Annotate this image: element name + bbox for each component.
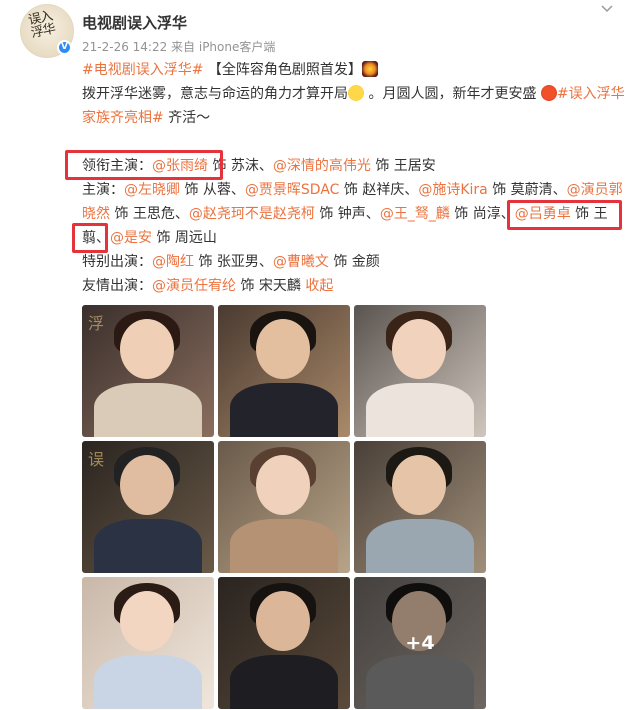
post-line: 领衔主演：@张雨绮 饰 苏沫、@深情的高伟光 饰 王居安: [82, 154, 627, 178]
post-text: 饰 尚淳、: [449, 206, 515, 222]
chevron-down-icon[interactable]: [600, 2, 614, 20]
post-link[interactable]: 家族齐亮相#: [82, 110, 164, 126]
post-line: 特别出演：@陶红 饰 张亚男、@曹曦文 饰 金颜: [82, 250, 627, 274]
post-line: [82, 130, 627, 154]
post-link[interactable]: @演员郭: [567, 182, 623, 198]
photo-6[interactable]: [354, 441, 486, 573]
post-text: 。月圆人圆，新年才更安盛: [364, 86, 541, 102]
post-text: 饰 从蓉、: [180, 182, 245, 198]
post-text: 饰 苏沫、: [208, 158, 273, 174]
post-text: 饰 张亚男、: [194, 254, 273, 270]
post-link[interactable]: #电视剧误入浮华#: [82, 62, 203, 78]
post-line: #电视剧误入浮华# 【全阵容角色剧照首发】: [82, 58, 627, 82]
post-link[interactable]: 晓然: [82, 206, 110, 222]
post-text: 、: [96, 230, 110, 246]
post-line: 主演：@左晓卿 饰 从蓉、@贾景晖SDAC 饰 赵祥庆、@施诗Kira 饰 莫蔚…: [82, 178, 627, 202]
post-link[interactable]: @王_驽_麟: [380, 206, 450, 222]
post-line: 家族齐亮相# 齐活～: [82, 106, 627, 130]
post-link[interactable]: @张雨绮: [152, 158, 208, 174]
post-text: 翦: [82, 230, 96, 246]
post-link[interactable]: @左晓卿: [124, 182, 180, 198]
sunglasses-emoji-icon: [348, 85, 364, 101]
post-text: 主演：: [82, 182, 124, 198]
post-text: 拨开浮华迷雾，意志与命运的角力才算开局: [82, 86, 348, 102]
more-photos-overlay[interactable]: +4: [354, 577, 486, 709]
post-line: 晓然 饰 王思危、@赵尧珂不是赵尧柯 饰 钟声、@王_驽_麟 饰 尚淳、@吕勇卓…: [82, 202, 627, 226]
username[interactable]: 电视剧误入浮华: [82, 12, 187, 33]
post-link[interactable]: @吕勇卓: [515, 206, 571, 222]
post-link[interactable]: #误入浮华: [557, 86, 625, 102]
post-text: 饰 宋天麟: [236, 278, 306, 294]
post-link[interactable]: @是安: [110, 230, 152, 246]
post-line: 翦、@是安 饰 周远山: [82, 226, 627, 250]
photo-1[interactable]: 浮: [82, 305, 214, 437]
post-text: 饰 王思危、: [110, 206, 189, 222]
post-link[interactable]: @曹曦文: [273, 254, 329, 270]
photo-3[interactable]: [354, 305, 486, 437]
post-text: 特别出演：: [82, 254, 152, 270]
poster-calligraphy: 浮: [88, 314, 105, 333]
post-text: 饰 钟声、: [314, 206, 380, 222]
photo-2[interactable]: [218, 305, 350, 437]
post-link[interactable]: @深情的高伟光: [273, 158, 371, 174]
post-content: #电视剧误入浮华# 【全阵容角色剧照首发】 拨开浮华迷雾，意志与命运的角力才算开局…: [82, 58, 627, 298]
post-text: 饰 王: [570, 206, 608, 222]
post-line: 友情出演：@演员任宥纶 饰 宋天麟 收起: [82, 274, 627, 298]
post-text: 领衔主演：: [82, 158, 152, 174]
post-text: 【全阵容角色剧照首发】: [203, 62, 362, 78]
post-text: 齐活～: [163, 110, 211, 126]
post-line: 拨开浮华迷雾，意志与命运的角力才算开局 。月圆人圆，新年才更安盛 #误入浮华: [82, 82, 627, 106]
photo-7[interactable]: [82, 577, 214, 709]
post-text: 饰 金颜: [328, 254, 380, 270]
photo-4[interactable]: 误: [82, 441, 214, 573]
post-link[interactable]: @施诗Kira: [418, 182, 487, 198]
post-text: 饰 莫蔚清、: [487, 182, 567, 198]
post-link[interactable]: @陶红: [152, 254, 194, 270]
photo-5[interactable]: [218, 441, 350, 573]
photo-8[interactable]: [218, 577, 350, 709]
verified-icon: V: [57, 40, 72, 55]
post-link[interactable]: 收起: [305, 278, 333, 294]
lantern-emoji-icon: [540, 85, 557, 101]
post-link[interactable]: @贾景晖SDAC: [245, 182, 340, 198]
post-text: 饰 周远山: [152, 230, 217, 246]
post-meta: 21-2-26 14:22 来自 iPhone客户端: [82, 40, 276, 54]
post-link[interactable]: @赵尧珂不是赵尧柯: [189, 206, 315, 222]
poster-calligraphy: 误: [88, 450, 105, 469]
post-text: 友情出演：: [82, 278, 152, 294]
fireworks-emoji-icon: [361, 61, 378, 77]
post-text: 饰 王居安: [370, 158, 436, 174]
photo-9[interactable]: +4: [354, 577, 486, 709]
post-link[interactable]: @演员任宥纶: [152, 278, 236, 294]
post-text: 饰 赵祥庆、: [339, 182, 419, 198]
